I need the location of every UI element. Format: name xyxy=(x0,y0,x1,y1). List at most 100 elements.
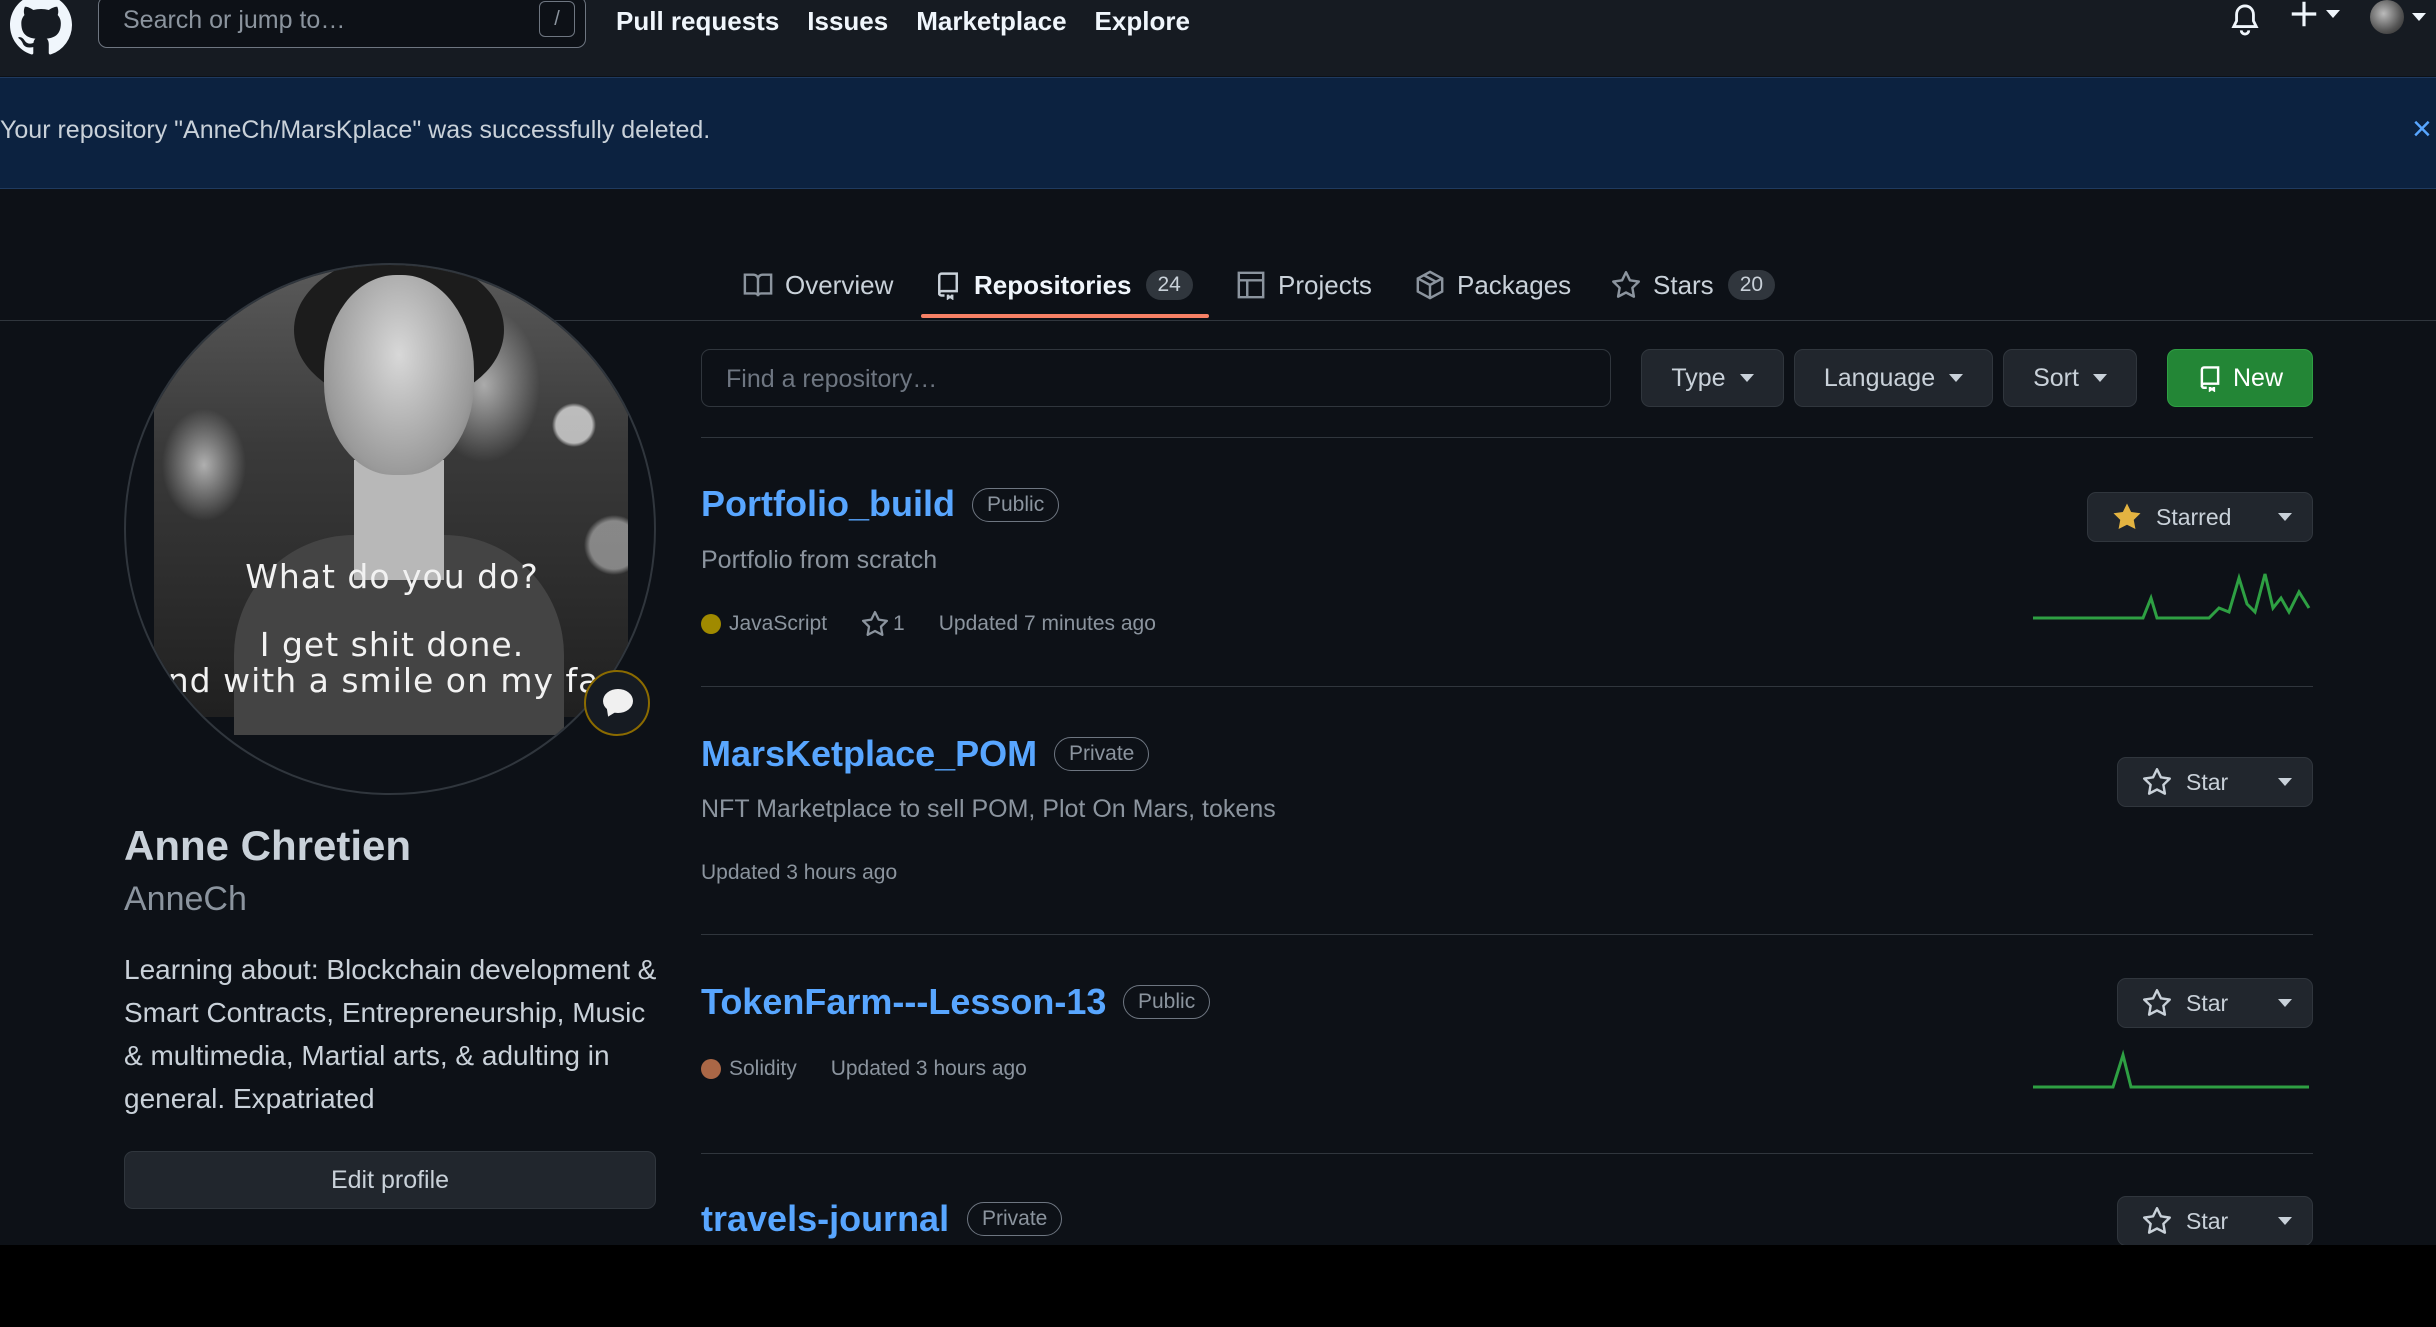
avatar xyxy=(2370,0,2404,34)
visibility-label: Private xyxy=(967,1202,1063,1236)
nav-marketplace[interactable]: Marketplace xyxy=(916,6,1066,37)
star-button[interactable]: Star xyxy=(2117,1196,2313,1245)
github-logo-icon[interactable] xyxy=(10,0,72,56)
language-filter-label: Language xyxy=(1823,363,1936,392)
profile-bio: Learning about: Blockchain development &… xyxy=(124,954,657,1114)
stars-counter: 20 xyxy=(1727,270,1776,300)
repo-meta: Updated 3 hours ago xyxy=(701,861,897,885)
nav-pull-requests[interactable]: Pull requests xyxy=(616,6,779,37)
nav-issues[interactable]: Issues xyxy=(807,6,888,37)
profile-full-name: Anne Chretien xyxy=(124,822,412,869)
chevron-down-icon xyxy=(1739,374,1754,382)
nav-explore[interactable]: Explore xyxy=(1095,6,1190,37)
repo-name-link[interactable]: Portfolio_build xyxy=(701,483,955,525)
repo-icon xyxy=(938,272,958,300)
tab-projects[interactable]: Projects xyxy=(1236,252,1372,318)
profile-avatar[interactable]: What do you do? I get shit done. And wit… xyxy=(124,263,656,795)
tab-stars[interactable]: Stars 20 xyxy=(1611,252,1776,318)
search-shortcut-key: / xyxy=(539,1,575,37)
star-list-dropdown[interactable] xyxy=(2258,979,2312,1027)
book-icon xyxy=(743,273,773,297)
language-color-dot xyxy=(701,614,721,634)
edit-profile-button[interactable]: Edit profile xyxy=(124,1151,656,1209)
visibility-label: Public xyxy=(972,488,1060,522)
repo-description: NFT Marketplace to sell POM, Plot On Mar… xyxy=(701,795,1276,823)
table-icon xyxy=(1237,271,1265,299)
chevron-down-icon xyxy=(2278,778,2292,786)
type-filter-button[interactable]: Type xyxy=(1641,349,1784,407)
repo-updated: Updated 3 hours ago xyxy=(701,861,898,884)
star-filled-icon xyxy=(2113,503,2141,529)
star-icon xyxy=(2143,989,2171,1016)
star-icon xyxy=(2143,1207,2171,1234)
repo-meta: Solidity Updated 3 hours ago xyxy=(701,1057,1027,1081)
star-icon[interactable] xyxy=(861,610,889,638)
repo-language: Solidity xyxy=(729,1057,797,1080)
tab-label: Projects xyxy=(1278,269,1372,300)
sort-filter-button[interactable]: Sort xyxy=(2003,349,2137,407)
create-new-menu[interactable] xyxy=(2290,0,2340,28)
tab-label: Repositories xyxy=(974,269,1132,300)
new-repository-button[interactable]: New xyxy=(2167,349,2313,407)
repo-icon xyxy=(2200,366,2220,392)
global-header: / Pull requests Issues Marketplace Explo… xyxy=(0,0,2436,76)
global-search-input[interactable] xyxy=(121,1,525,39)
bell-icon[interactable] xyxy=(2230,2,2260,38)
repo-name-link[interactable]: MarsKetplace_POM xyxy=(701,733,1037,775)
flash-text: Your repository "AnneCh/MarsKplace" was … xyxy=(0,116,711,144)
activity-sparkline xyxy=(2033,572,2311,620)
user-menu[interactable] xyxy=(2370,0,2426,34)
chevron-down-icon xyxy=(2412,13,2426,21)
repo-meta: JavaScript 1 Updated 7 minutes ago xyxy=(701,610,1156,638)
page: / Pull requests Issues Marketplace Explo… xyxy=(0,0,2436,1245)
repo-updated: Updated 7 minutes ago xyxy=(938,612,1156,635)
visibility-label: Private xyxy=(1054,737,1150,771)
profile-login: AnneCh xyxy=(124,880,247,918)
selected-tab-indicator xyxy=(921,314,1209,318)
repositories-counter: 24 xyxy=(1145,270,1193,300)
star-list-dropdown[interactable] xyxy=(2258,758,2312,806)
new-button-label: New xyxy=(2232,363,2283,392)
star-button[interactable]: Star xyxy=(2117,757,2313,807)
avatar-caption: I get shit done. xyxy=(259,625,525,664)
repo-updated: Updated 3 hours ago xyxy=(830,1057,1027,1080)
find-repository-input[interactable] xyxy=(724,360,1588,398)
tab-label: Stars xyxy=(1653,269,1714,300)
language-color-dot xyxy=(701,1059,721,1079)
star-list-dropdown[interactable] xyxy=(2258,493,2312,541)
chevron-down-icon xyxy=(1949,374,1964,382)
chevron-down-icon xyxy=(2278,513,2292,521)
tab-label: Packages xyxy=(1457,269,1572,300)
repo-name-link[interactable]: TokenFarm---Lesson-13 xyxy=(701,981,1106,1023)
star-button[interactable]: Star xyxy=(2117,978,2313,1028)
sort-filter-label: Sort xyxy=(2033,363,2079,392)
list-item: Portfolio_build Public Portfolio from sc… xyxy=(701,438,2313,686)
starred-button[interactable]: Starred xyxy=(2087,492,2313,542)
chevron-down-icon xyxy=(2278,1217,2292,1225)
list-item: TokenFarm---Lesson-13 Public Solidity Up… xyxy=(701,935,2313,1153)
tab-repositories[interactable]: Repositories 24 xyxy=(934,252,1193,318)
list-item: MarsKetplace_POM Private NFT Marketplace… xyxy=(701,687,2313,935)
type-filter-label: Type xyxy=(1671,363,1726,392)
repo-star-count[interactable]: 1 xyxy=(893,612,905,636)
chevron-down-icon xyxy=(2326,10,2340,18)
repo-language: JavaScript xyxy=(729,612,828,635)
list-item: travels-journal Private Star xyxy=(701,1154,2313,1245)
repo-description: Portfolio from scratch xyxy=(701,546,938,574)
screen-bottom-bar xyxy=(0,1245,2436,1327)
tab-overview[interactable]: Overview xyxy=(743,252,893,318)
star-button-label: Starred xyxy=(2156,503,2232,530)
tab-packages[interactable]: Packages xyxy=(1415,252,1571,318)
close-icon[interactable]: × xyxy=(2412,112,2432,146)
status-icon[interactable] xyxy=(584,670,650,736)
find-repository-field[interactable] xyxy=(701,349,1611,407)
star-button-label: Star xyxy=(2186,989,2229,1016)
global-nav: Pull requests Issues Marketplace Explore xyxy=(616,6,1190,37)
star-list-dropdown[interactable] xyxy=(2258,1197,2312,1245)
chevron-down-icon xyxy=(2278,999,2292,1007)
global-search[interactable]: / xyxy=(98,0,586,48)
repo-name-link[interactable]: travels-journal xyxy=(701,1198,949,1240)
language-filter-button[interactable]: Language xyxy=(1794,349,1993,407)
avatar-caption: What do you do? xyxy=(245,557,539,596)
star-icon xyxy=(1612,271,1640,298)
